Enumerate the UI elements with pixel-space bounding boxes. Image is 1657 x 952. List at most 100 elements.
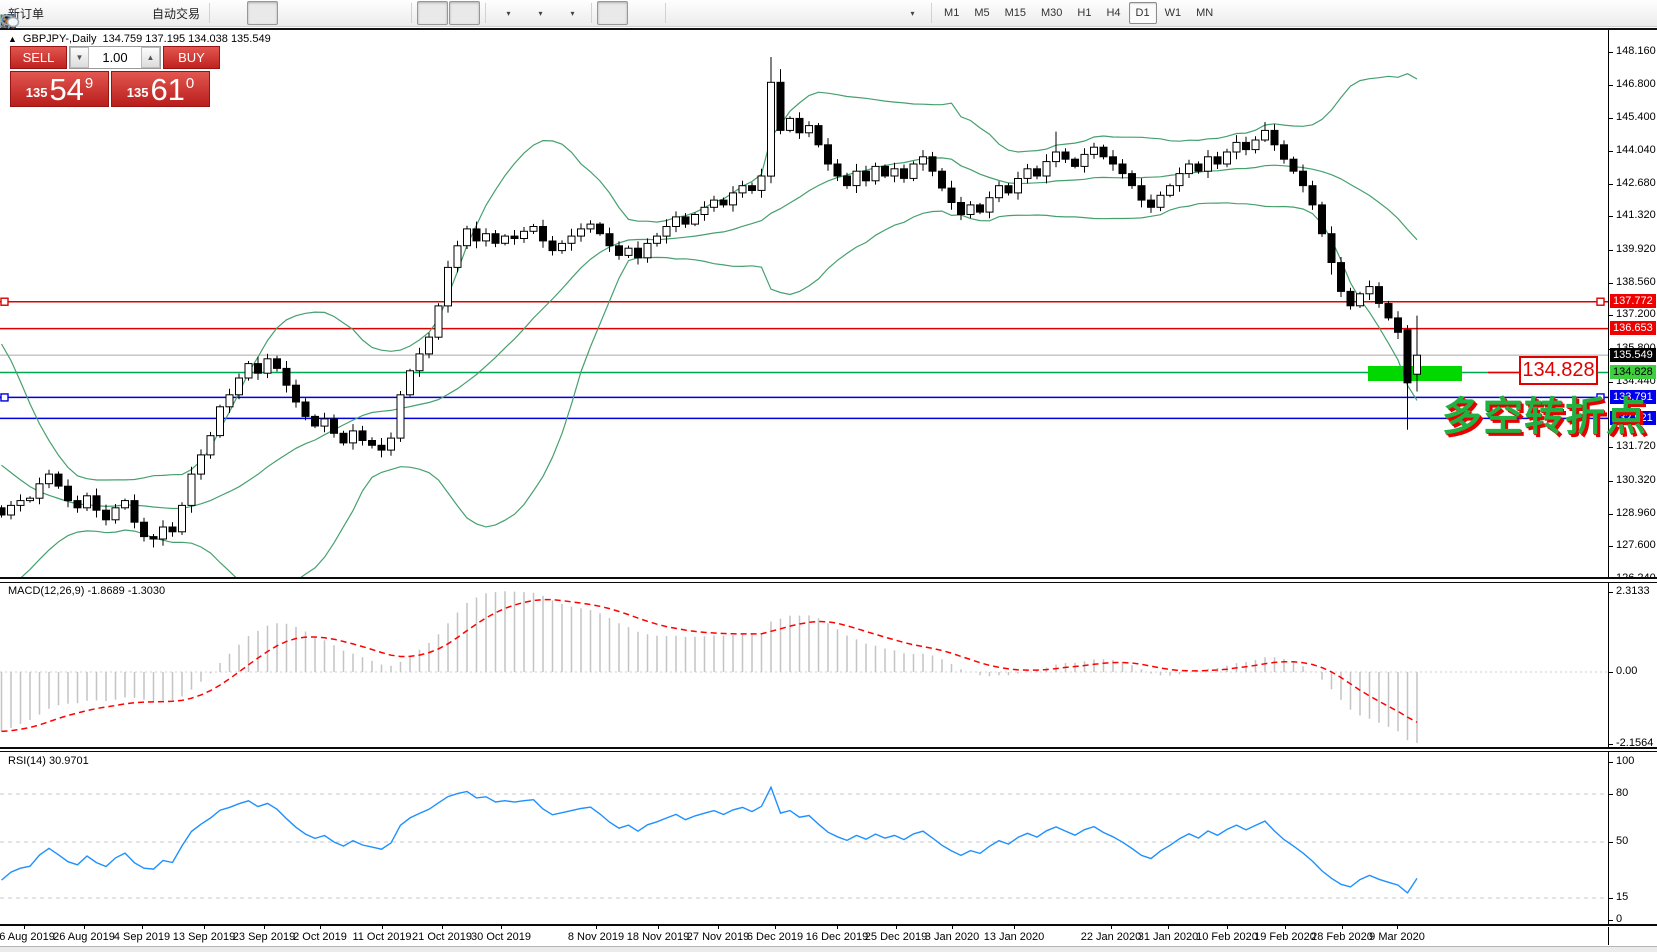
symbol-ohlc: 134.759 137.195 134.038 135.549 [102,33,270,45]
mt4-terminal: 新订单自动交易▾▾▾EFAT▾M1M5M15M30H1H4D1W1MN ▲ GB… [0,0,1657,952]
signals-button[interactable] [113,1,144,25]
autoscroll-button[interactable] [417,1,448,25]
macd-panel[interactable] [0,583,1608,747]
text-button[interactable]: A [831,1,862,25]
panel-separator[interactable] [0,747,1657,752]
periods-button[interactable]: ▾ [523,1,554,25]
sell-button[interactable]: SELL [10,46,67,69]
line-handle[interactable] [1597,298,1604,305]
trendline-button[interactable] [735,1,766,25]
chart-shift-button[interactable] [449,1,480,25]
volume-up-button[interactable]: ▲ [141,47,160,68]
fibonacci-button[interactable]: F [799,1,830,25]
date-tick [596,925,597,929]
date-label: 13 Jan 2020 [984,931,1045,943]
tile-windows-button[interactable] [375,1,406,25]
zoom-out-button[interactable] [343,1,374,25]
timeframe-button-w1[interactable]: W1 [1158,2,1189,24]
cursor-button[interactable] [597,1,628,25]
price-tick-label: 127.600 [1616,539,1656,551]
label-button[interactable]: T [863,1,894,25]
date-label: 22 Jan 2020 [1081,931,1142,943]
search-icon-button[interactable] [1469,1,1500,25]
price-tick-label: 138.560 [1616,276,1656,288]
axis-tick [1609,151,1613,152]
date-axis: 16 Aug 201926 Aug 20194 Sep 201913 Sep 2… [0,929,1608,945]
collapse-panel-icon[interactable]: ▲ [8,34,17,44]
timeframe-button-h1[interactable]: H1 [1070,2,1098,24]
toolbar-separator [209,3,210,23]
dropdown-arrow-icon[interactable]: ▾ [539,9,543,18]
axis-tick [1609,382,1613,383]
axis-tick [1609,481,1613,482]
line-handle[interactable] [1,298,8,305]
axis-tick [1609,546,1613,547]
dropdown-arrow-icon[interactable]: ▾ [571,9,575,18]
date-tick [320,925,321,929]
bar-chart-button[interactable] [215,1,246,25]
axis-tick [1609,744,1613,745]
axis-tick [1609,52,1613,53]
symbol-title: GBPJPY-,Daily [23,33,97,45]
date-tick [718,925,719,929]
buy-price-big: 61 [150,75,184,104]
timeframe-button-h4[interactable]: H4 [1099,2,1127,24]
sell-price[interactable]: 135549 [10,71,109,107]
vertical-line-button[interactable] [671,1,702,25]
date-label: 28 Feb 2020 [1311,931,1373,943]
date-label: 8 Nov 2019 [568,931,624,943]
timeframe-button-m30[interactable]: M30 [1034,2,1069,24]
date-tick [264,925,265,929]
toolbar-separator [411,3,412,23]
templates-button[interactable]: ▾ [555,1,586,25]
volume-down-button[interactable]: ▼ [70,47,89,68]
zoom-in-button[interactable] [311,1,342,25]
one-click-trading-panel: SELL ▼ ▲ BUY 135549 135610 [10,46,210,107]
date-label: 2 Oct 2019 [293,931,347,943]
channel-button[interactable]: E [767,1,798,25]
timeframe-button-m1[interactable]: M1 [937,2,966,24]
timeframe-button-d1[interactable]: D1 [1129,2,1157,24]
line-handle[interactable] [1,394,8,401]
axis-tick [1609,184,1613,185]
price-axis[interactable]: 148.160146.800145.400144.040142.680141.3… [1608,30,1657,945]
line-chart-button[interactable] [279,1,310,25]
date-tick [1168,925,1169,929]
arrows-button[interactable]: ▾ [895,1,926,25]
main-chart[interactable] [0,30,1608,578]
volume-input[interactable] [89,47,141,68]
dropdown-arrow-icon[interactable]: ▾ [507,9,511,18]
axis-tick [1609,283,1613,284]
timeframe-button-mn[interactable]: MN [1189,2,1220,24]
timeframe-button-m5[interactable]: M5 [967,2,996,24]
date-tick [1285,925,1286,929]
price-callout-label[interactable]: 134.828 [1519,356,1598,385]
date-tick [775,925,776,929]
profiles-button[interactable] [81,1,112,25]
buy-button[interactable]: BUY [163,46,220,69]
indicators-button[interactable]: ▾ [491,1,522,25]
timeframe-button-m15[interactable]: M15 [998,2,1033,24]
chat-icon-button[interactable] [1501,1,1532,25]
date-label: 4 Sep 2019 [114,931,170,943]
price-tick-label: 141.320 [1616,209,1656,221]
date-tick [84,925,85,929]
rsi-axis-label: 15 [1616,891,1628,903]
buy-price[interactable]: 135610 [111,71,210,107]
rsi-panel[interactable] [0,752,1608,924]
charts-button[interactable] [49,1,80,25]
bollinger-middle-band [2,158,1418,509]
axis-tick [1609,514,1613,515]
date-label: 18 Nov 2019 [627,931,689,943]
dropdown-arrow-icon[interactable]: ▾ [911,9,915,18]
horizontal-line-button[interactable] [703,1,734,25]
panel-separator[interactable] [0,577,1657,583]
candle-chart-button[interactable] [247,1,278,25]
price-tick-label: 146.800 [1616,78,1656,90]
autotrading-button[interactable]: 自动交易 [145,1,204,25]
price-tick-label: 131.720 [1616,440,1656,452]
date-label: 6 Dec 2019 [747,931,803,943]
axis-tick [1609,85,1613,86]
crosshair-button[interactable] [629,1,660,25]
axis-tick [1609,794,1613,795]
